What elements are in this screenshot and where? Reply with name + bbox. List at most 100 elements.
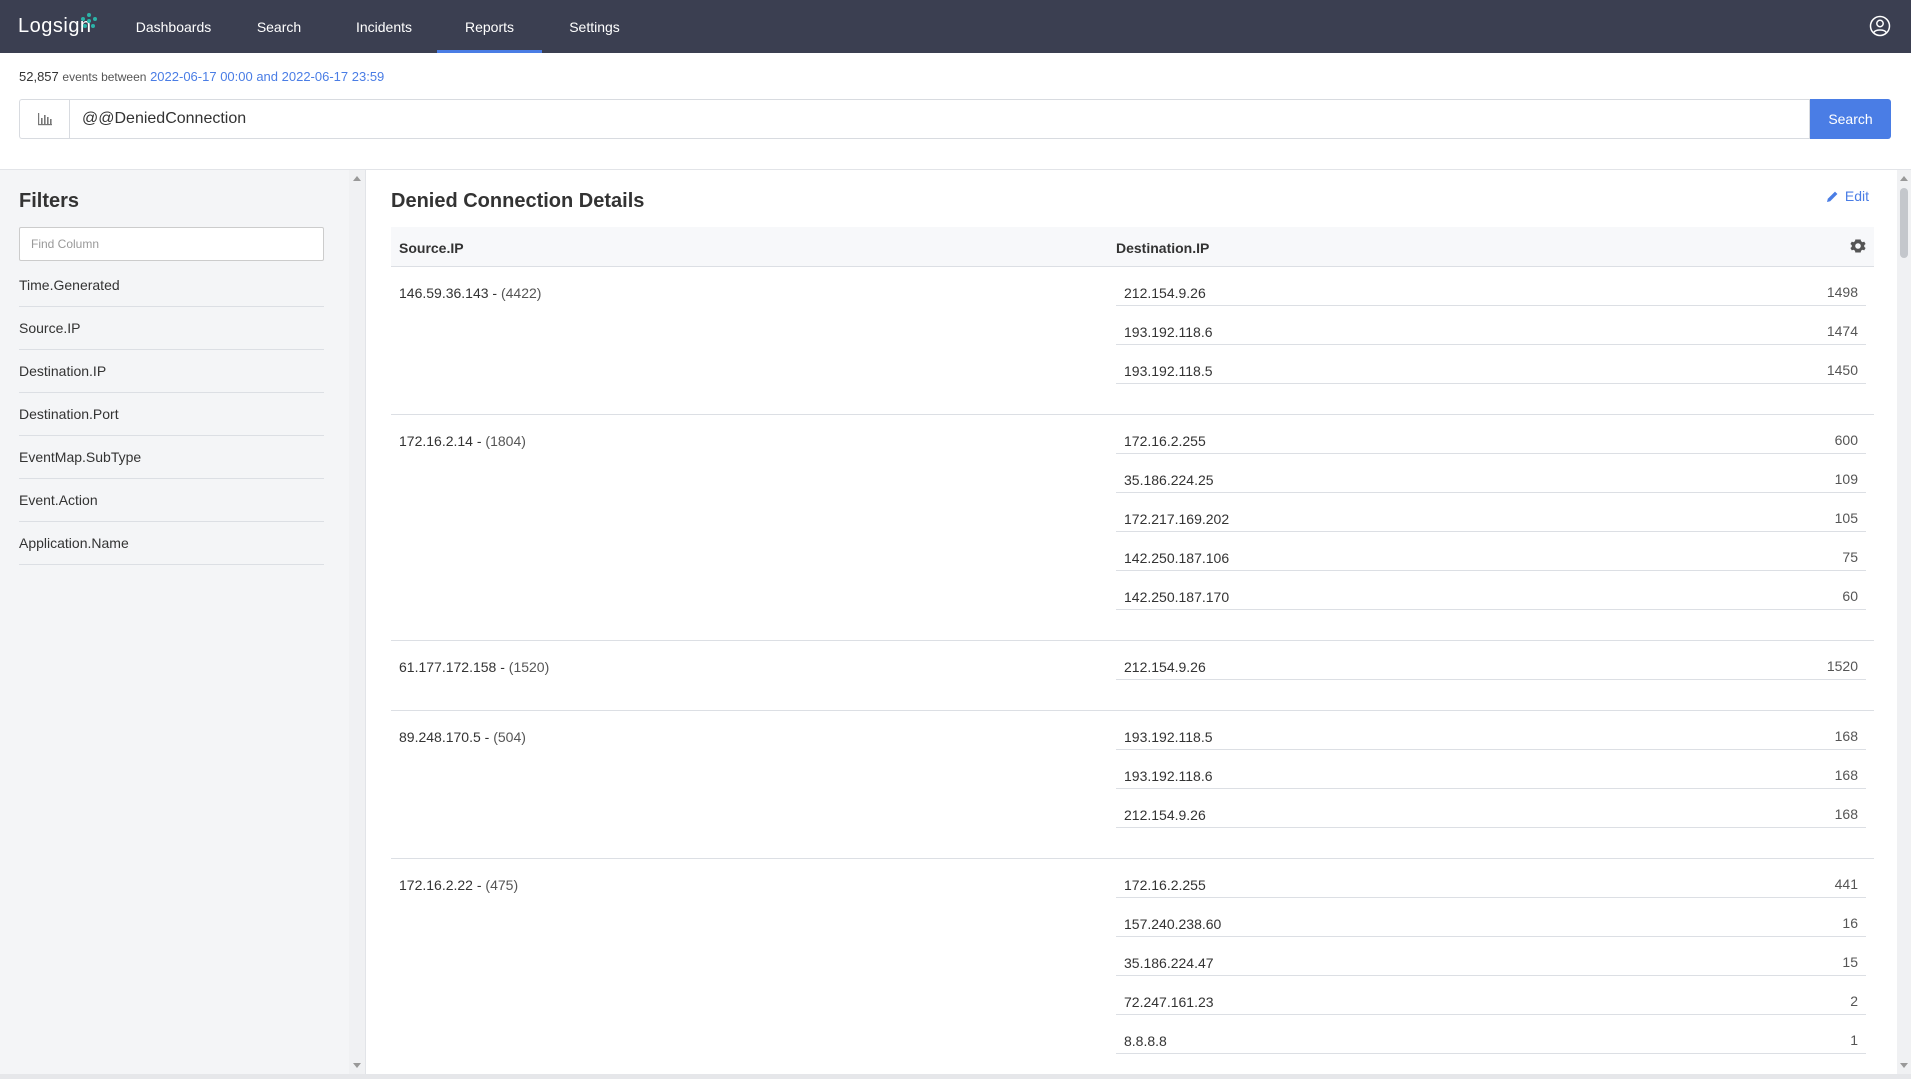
search-button[interactable]: Search xyxy=(1810,99,1891,139)
list-item[interactable]: 8.8.8.8 1 xyxy=(1116,1015,1866,1054)
destination-count: 1450 xyxy=(1826,362,1858,378)
source-ip-cell[interactable]: 146.59.36.143 - (4422) xyxy=(399,285,541,301)
destination-ip-value: 212.154.9.26 xyxy=(1124,807,1206,823)
destination-count: 168 xyxy=(1834,767,1858,783)
filters-title: Filters xyxy=(19,190,80,212)
filter-item-time-generated[interactable]: Time.Generated xyxy=(19,264,324,307)
destination-count: 1 xyxy=(1850,1032,1858,1048)
destination-ip-value: 193.192.118.6 xyxy=(1124,324,1213,340)
destination-ip-value: 172.16.2.255 xyxy=(1124,877,1206,893)
list-item[interactable]: 193.192.118.5 168 xyxy=(1116,711,1866,750)
filter-item-application-name[interactable]: Application.Name xyxy=(19,522,324,565)
destination-list: 212.154.9.26 1520 xyxy=(1116,641,1866,680)
destination-ip-value: 35.186.224.47 xyxy=(1124,955,1214,971)
list-item[interactable]: 172.16.2.255 600 xyxy=(1116,415,1866,454)
find-column-input[interactable] xyxy=(19,227,324,261)
source-ip-total: (1804) xyxy=(485,433,526,449)
destination-count: 75 xyxy=(1842,549,1858,565)
list-item[interactable]: 142.250.187.170 60 xyxy=(1116,571,1866,610)
filter-item-source-ip[interactable]: Source.IP xyxy=(19,307,324,350)
column-header-destination-ip[interactable]: Destination.IP xyxy=(1116,240,1209,256)
report-panel: Denied Connection Details Edit Source.IP… xyxy=(365,170,1897,1074)
source-ip-value: 172.16.2.22 xyxy=(399,877,473,893)
search-input[interactable] xyxy=(69,99,1810,139)
destination-count: 16 xyxy=(1842,915,1858,931)
destination-list: 172.16.2.255 441 157.240.238.60 16 35.186.… xyxy=(1116,859,1866,1054)
list-item[interactable]: 35.186.224.47 15 xyxy=(1116,937,1866,976)
list-item[interactable]: 193.192.118.5 1450 xyxy=(1116,345,1866,384)
destination-list: 212.154.9.26 1498 193.192.118.6 1474 193.1… xyxy=(1116,267,1866,384)
source-ip-total: (4422) xyxy=(500,285,542,301)
logo[interactable]: Logsign xyxy=(0,0,120,53)
list-item[interactable]: 193.192.118.6 1474 xyxy=(1116,306,1866,345)
list-item[interactable]: 212.154.9.26 1498 xyxy=(1116,267,1866,306)
destination-count: 168 xyxy=(1834,806,1858,822)
list-item[interactable]: 72.247.161.23 2 xyxy=(1116,976,1866,1015)
destination-count: 2 xyxy=(1850,993,1858,1009)
main-nav: Dashboards Search Incidents Reports Sett… xyxy=(120,0,647,53)
search-strip: 52,857 events between 2022-06-17 00:00 a… xyxy=(0,53,1911,170)
source-ip-total: (475) xyxy=(485,877,519,893)
destination-count: 1498 xyxy=(1826,284,1858,300)
time-range-link[interactable]: 2022-06-17 00:00 and 2022-06-17 23:59 xyxy=(150,69,384,84)
source-ip-total: (1520) xyxy=(508,659,550,675)
list-item[interactable]: 172.217.169.202 105 xyxy=(1116,493,1866,532)
destination-ip-value: 72.247.161.23 xyxy=(1124,994,1214,1010)
destination-ip-value: 193.192.118.5 xyxy=(1124,729,1213,745)
nav-settings[interactable]: Settings xyxy=(542,0,647,53)
destination-count: 1474 xyxy=(1826,323,1858,339)
filter-item-destination-port[interactable]: Destination.Port xyxy=(19,393,324,436)
scrollbar-thumb[interactable] xyxy=(1900,188,1908,258)
destination-ip-value: 193.192.118.5 xyxy=(1124,363,1213,379)
filter-item-destination-ip[interactable]: Destination.IP xyxy=(19,350,324,393)
list-item[interactable]: 172.16.2.255 441 xyxy=(1116,859,1866,898)
destination-ip-value: 142.250.187.106 xyxy=(1124,550,1230,566)
table-row: 146.59.36.143 - (4422) 212.154.9.26 1498 … xyxy=(391,267,1874,415)
destination-count: 168 xyxy=(1834,728,1858,744)
source-ip-value: 146.59.36.143 xyxy=(399,285,489,301)
destination-count: 60 xyxy=(1842,588,1858,604)
report-groups: 146.59.36.143 - (4422) 212.154.9.26 1498 … xyxy=(391,267,1874,1074)
destination-ip-value: 193.192.118.6 xyxy=(1124,768,1213,784)
events-summary: 52,857 events between 2022-06-17 00:00 a… xyxy=(19,69,384,84)
gear-icon[interactable] xyxy=(1850,238,1866,254)
source-ip-cell[interactable]: 172.16.2.14 - (1804) xyxy=(399,433,526,449)
destination-ip-value: 8.8.8.8 xyxy=(1124,1033,1167,1049)
source-ip-cell[interactable]: 89.248.170.5 - (504) xyxy=(399,729,526,745)
destination-count: 109 xyxy=(1834,471,1858,487)
table-row: 61.177.172.158 - (1520) 212.154.9.26 1520 xyxy=(391,641,1874,711)
destination-list: 172.16.2.255 600 35.186.224.25 109 172.217… xyxy=(1116,415,1866,610)
report-scrollbar[interactable] xyxy=(1897,170,1911,1074)
nav-reports[interactable]: Reports xyxy=(437,0,542,53)
list-item[interactable]: 212.154.9.26 1520 xyxy=(1116,641,1866,680)
pencil-icon xyxy=(1826,191,1838,202)
scroll-up-icon[interactable] xyxy=(1900,176,1908,181)
list-item[interactable]: 157.240.238.60 16 xyxy=(1116,898,1866,937)
edit-label: Edit xyxy=(1844,188,1869,204)
column-header-source-ip[interactable]: Source.IP xyxy=(399,240,464,256)
destination-count: 105 xyxy=(1834,510,1858,526)
source-ip-value: 172.16.2.14 xyxy=(399,433,473,449)
list-item[interactable]: 35.186.224.25 109 xyxy=(1116,454,1866,493)
nav-search[interactable]: Search xyxy=(227,0,331,53)
destination-count: 600 xyxy=(1834,432,1858,448)
list-item[interactable]: 142.250.187.106 75 xyxy=(1116,532,1866,571)
chart-toggle-button[interactable] xyxy=(19,99,69,139)
scroll-down-icon[interactable] xyxy=(1900,1063,1908,1068)
sidebar-scrollbar[interactable] xyxy=(349,170,365,1074)
list-item[interactable]: 212.154.9.26 168 xyxy=(1116,789,1866,828)
user-account-icon[interactable] xyxy=(1869,15,1891,37)
destination-ip-value: 35.186.224.25 xyxy=(1124,472,1214,488)
scroll-up-icon[interactable] xyxy=(353,176,361,181)
scroll-down-icon[interactable] xyxy=(353,1063,361,1068)
source-ip-cell[interactable]: 61.177.172.158 - (1520) xyxy=(399,659,549,675)
filter-item-event-action[interactable]: Event.Action xyxy=(19,479,324,522)
filter-item-eventmap-subtype[interactable]: EventMap.SubType xyxy=(19,436,324,479)
filters-sidebar: Filters Time.Generated Source.IP Destina… xyxy=(0,170,349,1074)
nav-incidents[interactable]: Incidents xyxy=(331,0,437,53)
list-item[interactable]: 193.192.118.6 168 xyxy=(1116,750,1866,789)
events-between-label: events between xyxy=(62,70,147,84)
source-ip-cell[interactable]: 172.16.2.22 - (475) xyxy=(399,877,518,893)
nav-dashboards[interactable]: Dashboards xyxy=(120,0,227,53)
edit-button[interactable]: Edit xyxy=(1826,188,1869,204)
